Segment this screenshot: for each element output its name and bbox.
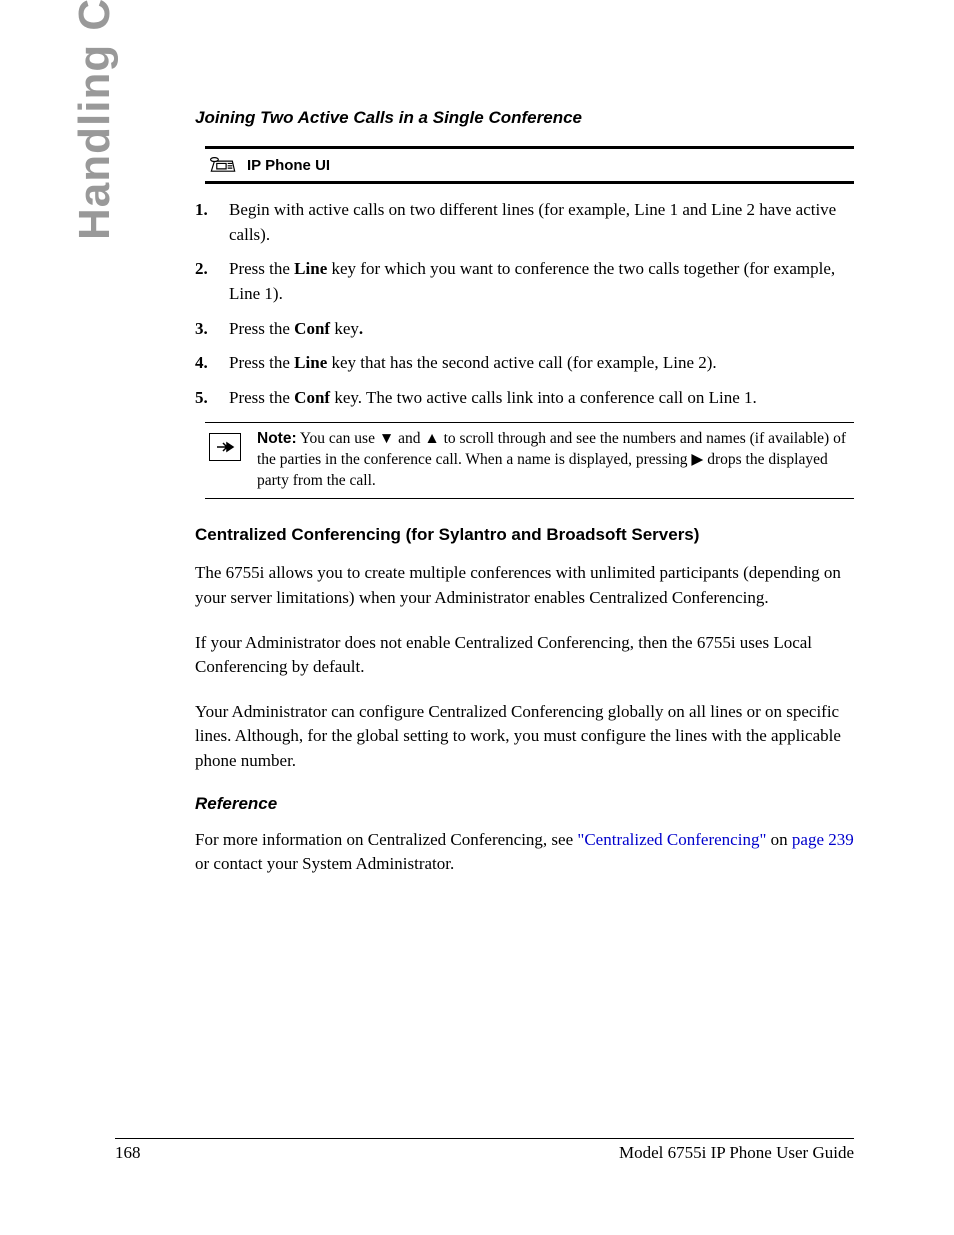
page-footer: 168 Model 6755i IP Phone User Guide: [115, 1138, 854, 1163]
step-4: Press the Line key that has the second a…: [195, 351, 854, 376]
para-1: The 6755i allows you to create multiple …: [195, 561, 854, 610]
note-block: Note: You can use ▼ and ▲ to scroll thro…: [205, 422, 854, 499]
note-t1: You can use: [297, 430, 379, 447]
ref-t2: on: [766, 830, 792, 849]
step-5-key: Conf: [294, 388, 330, 407]
step-5-c: key. The two active calls link into a co…: [330, 388, 757, 407]
page-239-link[interactable]: page 239: [792, 830, 854, 849]
step-4-key: Line: [294, 353, 327, 372]
reference-para: For more information on Centralized Conf…: [195, 828, 854, 877]
page-number: 168: [115, 1143, 141, 1163]
ref-t1: For more information on Centralized Conf…: [195, 830, 577, 849]
step-5: Press the Conf key. The two active calls…: [195, 386, 854, 411]
centralized-conferencing-link[interactable]: "Centralized Conferencing": [577, 830, 766, 849]
doc-title: Model 6755i IP Phone User Guide: [619, 1143, 854, 1163]
step-3-a: Press the: [229, 319, 294, 338]
side-chapter-heading: Handling Calls: [70, 0, 120, 240]
page-content: Joining Two Active Calls in a Single Con…: [195, 108, 854, 897]
side-heading-text: Handling Calls: [70, 0, 119, 240]
ref-t3: or contact your System Administrator.: [195, 854, 454, 873]
step-2-key: Line: [294, 259, 327, 278]
step-1-text: Begin with active calls on two different…: [229, 200, 836, 244]
step-3-c: key: [330, 319, 359, 338]
para-2: If your Administrator does not enable Ce…: [195, 631, 854, 680]
centralized-conferencing-heading: Centralized Conferencing (for Sylantro a…: [195, 525, 854, 545]
step-3-key: Conf: [294, 319, 330, 338]
step-4-a: Press the: [229, 353, 294, 372]
step-5-a: Press the: [229, 388, 294, 407]
note-text: Note: You can use ▼ and ▲ to scroll thro…: [257, 429, 850, 492]
ip-phone-ui-banner: IP Phone UI: [205, 146, 854, 184]
phone-icon: [209, 155, 237, 175]
procedure-steps: Begin with active calls on two different…: [195, 198, 854, 410]
para-3: Your Administrator can configure Central…: [195, 700, 854, 774]
step-2-a: Press the: [229, 259, 294, 278]
step-2: Press the Line key for which you want to…: [195, 257, 854, 306]
step-3: Press the Conf key.: [195, 317, 854, 342]
ui-banner-label: IP Phone UI: [247, 157, 330, 174]
step-3-d: .: [359, 319, 363, 338]
note-arrow-icon: [209, 433, 241, 461]
note-label: Note:: [257, 430, 297, 447]
step-4-c: key that has the second active call (for…: [327, 353, 716, 372]
right-arrow-icon: ▶: [691, 451, 703, 468]
down-arrow-icon: ▼: [379, 430, 394, 447]
step-1: Begin with active calls on two different…: [195, 198, 854, 247]
note-t2: and: [394, 430, 424, 447]
reference-heading: Reference: [195, 794, 854, 814]
section-title: Joining Two Active Calls in a Single Con…: [195, 108, 854, 128]
up-arrow-icon: ▲: [424, 430, 439, 447]
